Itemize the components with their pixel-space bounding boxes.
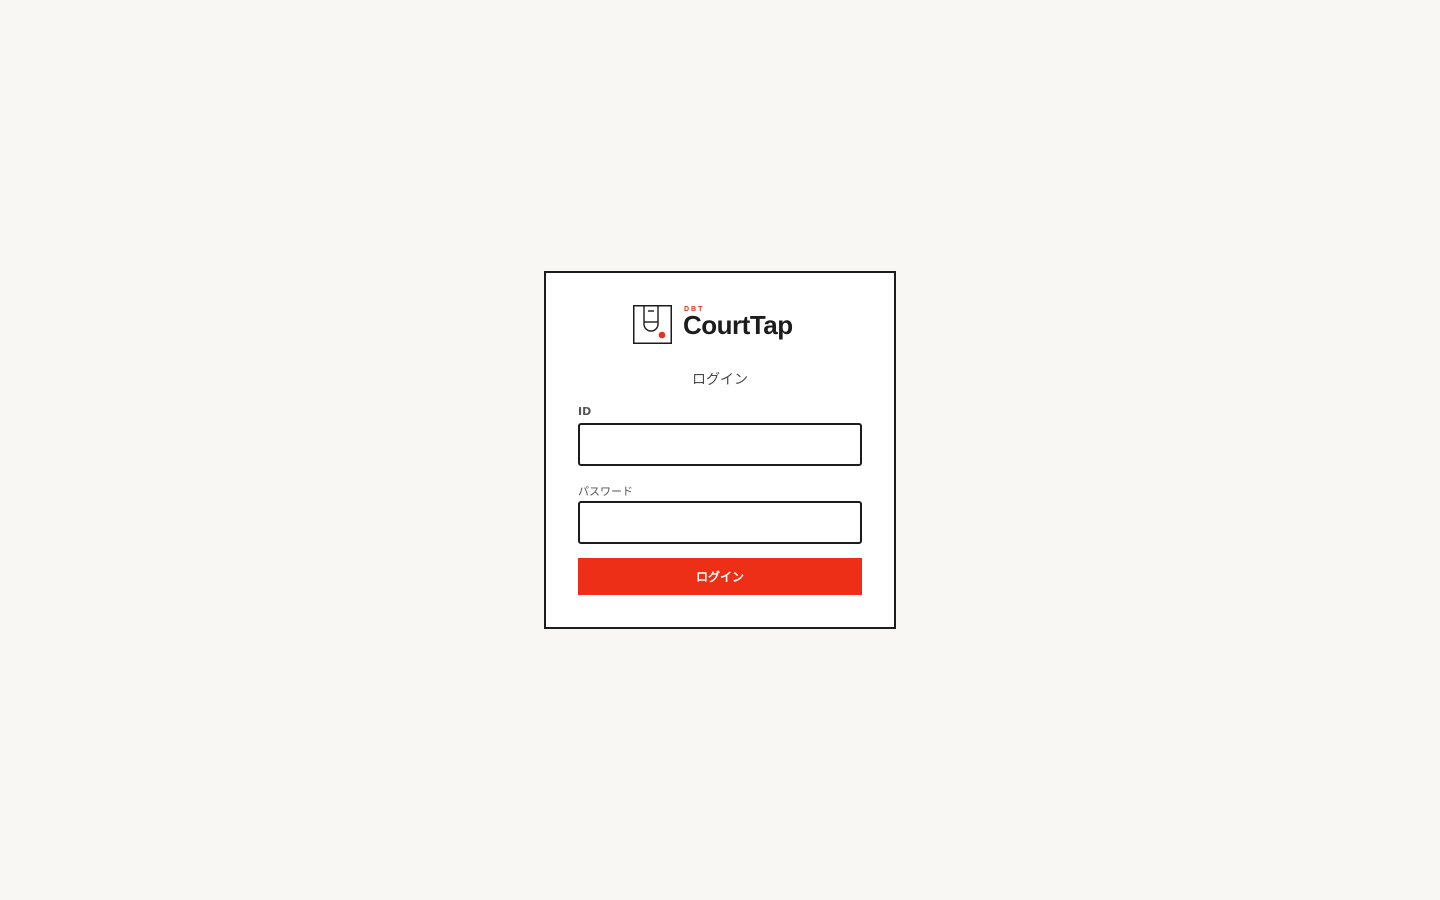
login-card: DBT CourtTap ログイン ID パスワード ログイン: [544, 271, 896, 629]
court-tap-logo-icon: [633, 305, 672, 344]
id-label: ID: [578, 405, 592, 418]
page-title: ログイン: [692, 372, 748, 388]
password-input[interactable]: [578, 501, 862, 544]
login-button[interactable]: ログイン: [578, 558, 862, 595]
logo-name: CourtTap: [683, 310, 793, 340]
password-label: パスワード: [578, 485, 633, 498]
id-input[interactable]: [578, 423, 862, 466]
logo: DBT CourtTap: [633, 305, 811, 345]
